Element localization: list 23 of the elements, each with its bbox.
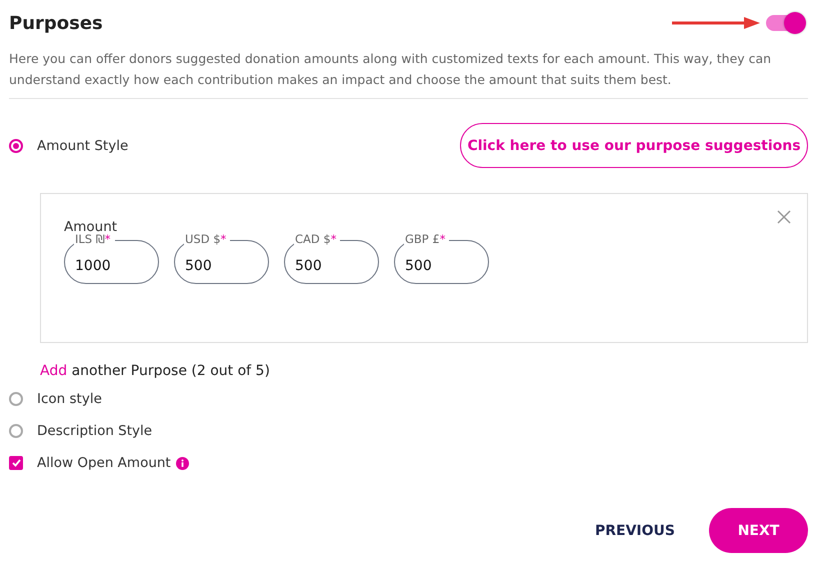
suggestions-button[interactable]: Click here to use our purpose suggestions	[460, 123, 808, 168]
radio-button[interactable]	[9, 138, 23, 152]
field-label: CAD $*	[294, 232, 340, 246]
previous-button[interactable]: PREVIOUS	[588, 522, 681, 540]
field-label: ILS ₪*	[74, 232, 115, 246]
info-icon[interactable]	[176, 456, 189, 470]
add-purpose-text: Add another Purpose (2 out of 5)	[40, 363, 271, 379]
radio-label: Description Style	[37, 423, 152, 439]
radio-label: Icon style	[37, 391, 102, 407]
checkbox-label: Allow Open Amount	[37, 455, 171, 471]
radio-button[interactable]	[9, 424, 23, 438]
close-icon[interactable]	[777, 210, 791, 224]
toggle-switch[interactable]	[766, 15, 804, 31]
radio-button[interactable]	[9, 392, 23, 406]
next-button[interactable]: NEXT	[709, 508, 808, 553]
add-link[interactable]: Add	[40, 363, 68, 379]
amount-label: Amount	[64, 220, 118, 234]
description-text: Here you can offer donors suggested donation amounts along with customized texts for each amount. This way, they can understand exactly how each contribution makes an impact and choose the amount that suits them best.	[9, 48, 808, 99]
radio-label: Amount Style	[37, 138, 128, 154]
section-title: Purposes	[9, 12, 103, 34]
checkbox[interactable]	[9, 456, 23, 470]
field-label: GBP £*	[404, 232, 450, 246]
field-label: USD $*	[184, 232, 230, 246]
